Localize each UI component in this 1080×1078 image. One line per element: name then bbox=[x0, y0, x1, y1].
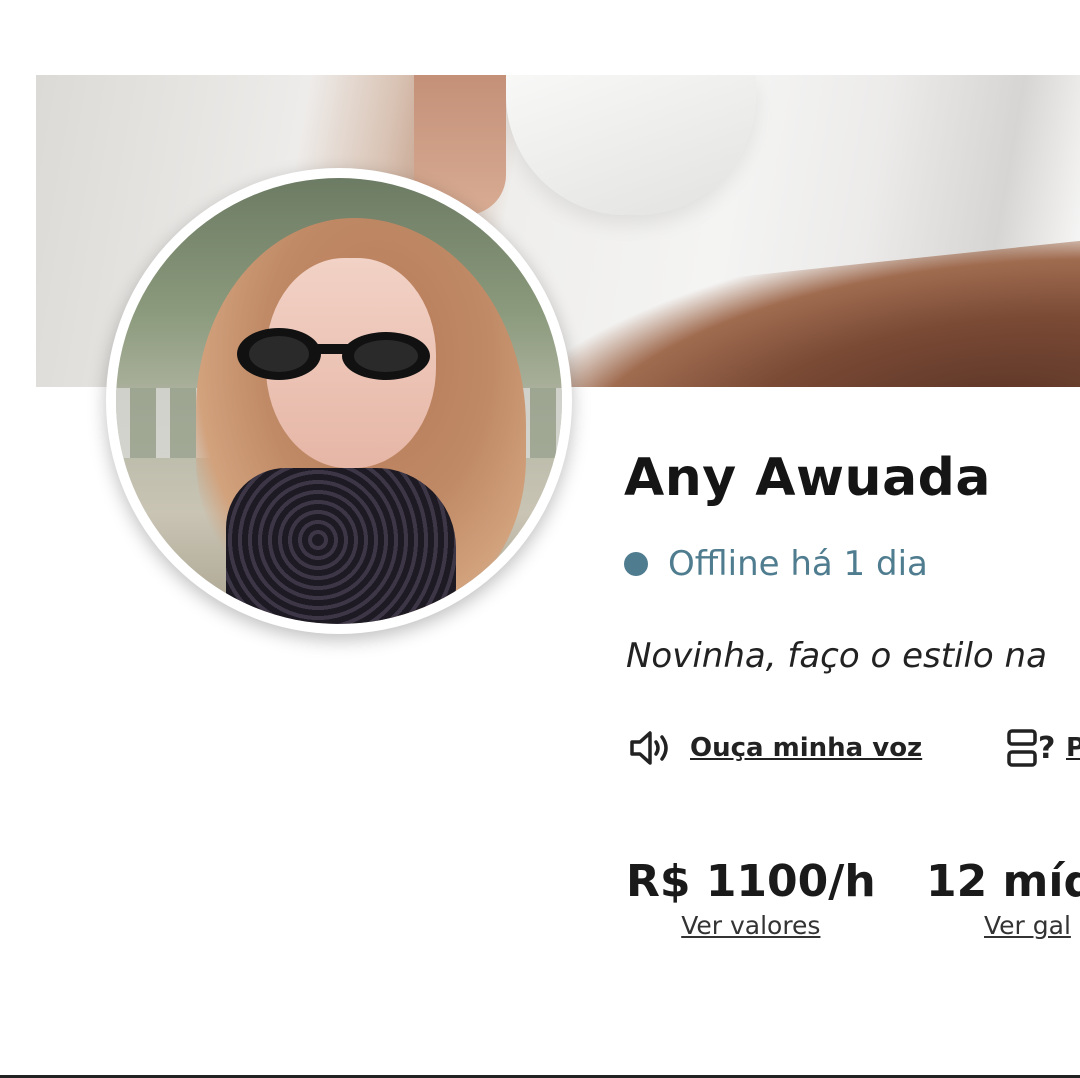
media-stat: 12 míd Ver gal bbox=[926, 856, 1080, 940]
see-prices-link[interactable]: Ver valores bbox=[626, 911, 876, 940]
faq-label: P bbox=[1066, 733, 1080, 763]
sunglasses-icon bbox=[237, 328, 430, 380]
voice-label: Ouça minha voz bbox=[690, 733, 923, 763]
status-text: Offline há 1 dia bbox=[668, 544, 928, 584]
see-gallery-link[interactable]: Ver gal bbox=[984, 911, 1080, 940]
online-status: Offline há 1 dia bbox=[624, 544, 928, 584]
faq-button[interactable]: ? P bbox=[1006, 728, 1080, 768]
profile-name: Any Awuada bbox=[624, 448, 991, 508]
price-value: R$ 1100/h bbox=[626, 856, 876, 907]
voice-button[interactable]: Ouça minha voz bbox=[628, 728, 922, 768]
svg-text:?: ? bbox=[1038, 731, 1055, 766]
price-stat: R$ 1100/h Ver valores bbox=[626, 856, 876, 940]
avatar-photo bbox=[116, 178, 562, 624]
profile-bio: Novinha, faço o estilo na bbox=[626, 636, 1047, 676]
faq-icon: ? bbox=[1007, 729, 1055, 767]
avatar[interactable] bbox=[106, 168, 572, 634]
speaker-icon bbox=[630, 731, 668, 765]
status-dot bbox=[624, 552, 648, 576]
media-count: 12 míd bbox=[926, 856, 1080, 907]
